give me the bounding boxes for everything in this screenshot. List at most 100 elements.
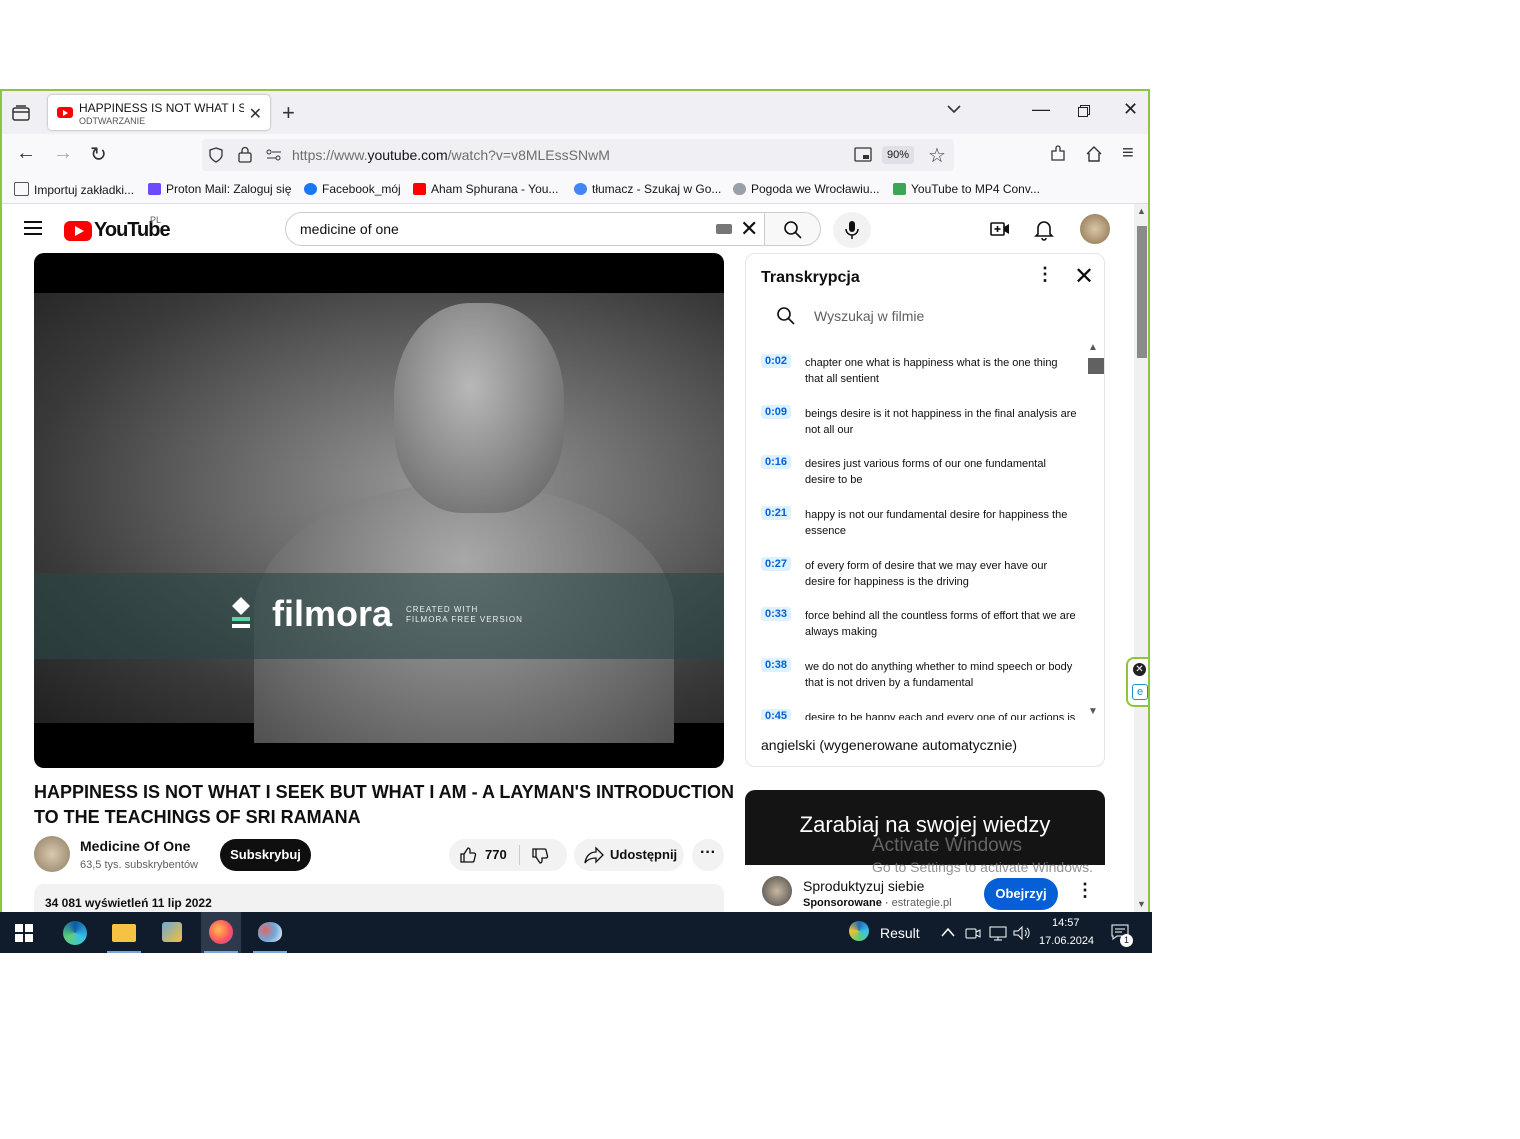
extension-sidebar: ✕ e bbox=[1126, 657, 1148, 707]
transcript-scrollbar-thumb[interactable] bbox=[1088, 358, 1104, 374]
close-extension-icon[interactable]: ✕ bbox=[1133, 663, 1146, 676]
page-scrollbar-thumb[interactable] bbox=[1137, 226, 1147, 358]
subscribe-button[interactable]: Subskrybuj bbox=[220, 839, 311, 871]
url-bar[interactable]: https://www.youtube.com/watch?v=v8MLEssS… bbox=[202, 139, 954, 171]
segment-text: of every form of desire that we may ever… bbox=[805, 560, 1048, 588]
transcript-scroll-up-icon[interactable]: ▲ bbox=[1088, 342, 1098, 353]
bookmark-proton[interactable]: Proton Mail: Zaloguj się bbox=[148, 182, 291, 196]
bookmark-facebook[interactable]: Facebook_mój bbox=[304, 182, 401, 196]
search-icon bbox=[777, 307, 795, 325]
network-app-icon bbox=[162, 922, 182, 942]
zoom-level[interactable]: 90% bbox=[882, 146, 914, 164]
ad-title[interactable]: Sproduktyzuj siebie bbox=[803, 878, 924, 894]
advertiser-avatar[interactable] bbox=[762, 876, 792, 906]
ad-watch-button[interactable]: Obejrzyj bbox=[984, 878, 1058, 910]
taskbar-paint[interactable] bbox=[250, 912, 290, 953]
like-divider bbox=[519, 845, 520, 865]
segment-time: 0:33 bbox=[761, 607, 792, 621]
tab-youtube[interactable]: HAPPINESS IS NOT WHAT I SEEK ODTWARZANIE… bbox=[48, 95, 270, 130]
scroll-up-icon[interactable]: ▲ bbox=[1137, 206, 1146, 216]
bookmark-google[interactable]: tłumacz - Szukaj w Go... bbox=[574, 182, 721, 196]
transcript-segment[interactable]: 0:38 we do not do anything whether to min… bbox=[761, 658, 1086, 704]
scroll-down-icon[interactable]: ▼ bbox=[1137, 899, 1146, 909]
bookmark-import[interactable]: Importuj zakładki... bbox=[14, 182, 134, 197]
page-scrollbar[interactable]: ▲ ▼ bbox=[1134, 204, 1148, 912]
channel-avatar[interactable] bbox=[34, 836, 70, 872]
close-tab-icon[interactable]: ✕ bbox=[249, 104, 262, 124]
transcript-search-input[interactable]: Wyszukaj w filmie bbox=[814, 308, 924, 324]
transcript-segment[interactable]: 0:16 desires just various forms of our on… bbox=[761, 455, 1086, 501]
back-icon[interactable]: ← bbox=[16, 142, 36, 165]
share-button[interactable]: Udostępnij bbox=[574, 839, 684, 871]
url-text[interactable]: https://www.youtube.com/watch?v=v8MLEssS… bbox=[292, 147, 610, 163]
create-video-icon[interactable] bbox=[988, 217, 1012, 241]
notification-badge: 1 bbox=[1120, 934, 1133, 947]
transcript-segment[interactable]: 0:02 chapter one what is happiness what i… bbox=[761, 354, 1086, 400]
description-box[interactable]: 34 081 wyświetleń 11 lip 2022 bbox=[34, 884, 724, 912]
clock-time[interactable]: 14:57 bbox=[1052, 917, 1080, 929]
search-query[interactable]: medicine of one bbox=[300, 221, 399, 237]
clock-date[interactable]: 17.06.2024 bbox=[1039, 935, 1094, 947]
voice-search-button[interactable] bbox=[833, 212, 871, 248]
transcript-segment[interactable]: 0:21 happy is not our fundamental desire … bbox=[761, 506, 1086, 552]
volume-icon[interactable] bbox=[1013, 925, 1031, 941]
close-window-icon[interactable]: ✕ bbox=[1123, 99, 1138, 120]
bookmark-star-icon[interactable]: ☆ bbox=[928, 143, 946, 168]
menu-icon[interactable]: ≡ bbox=[1122, 142, 1134, 165]
restore-icon[interactable] bbox=[1078, 105, 1090, 117]
picture-in-picture-icon[interactable] bbox=[854, 147, 872, 163]
taskbar-network-app[interactable] bbox=[152, 912, 192, 953]
chevron-up-icon[interactable] bbox=[941, 926, 955, 938]
video-player[interactable]: filmora CREATED WITH FILMORA FREE VERSION bbox=[34, 253, 724, 768]
forward-icon[interactable]: → bbox=[53, 142, 73, 165]
tab-list-icon[interactable] bbox=[10, 103, 32, 123]
chevron-down-icon[interactable] bbox=[946, 101, 962, 117]
close-transcript-icon[interactable]: ✕ bbox=[1074, 262, 1094, 291]
dislike-icon[interactable] bbox=[531, 847, 549, 865]
transcript-segment[interactable]: 0:33 force behind all the countless forms… bbox=[761, 607, 1086, 653]
home-icon[interactable] bbox=[1085, 145, 1103, 163]
clear-search-icon[interactable]: ✕ bbox=[740, 216, 758, 242]
new-tab-icon[interactable]: + bbox=[282, 100, 295, 126]
youtube-logo-icon[interactable] bbox=[64, 221, 92, 241]
taskbar-edge[interactable] bbox=[55, 912, 95, 953]
extension-e-icon[interactable]: e bbox=[1132, 684, 1148, 700]
transcript-scroll-down-icon[interactable]: ▼ bbox=[1088, 706, 1098, 717]
notifications-bell-icon[interactable] bbox=[1032, 217, 1056, 241]
taskbar-firefox[interactable] bbox=[201, 912, 241, 953]
guide-menu-icon[interactable] bbox=[24, 221, 42, 239]
euro-cup-icon[interactable] bbox=[849, 921, 869, 941]
minimize-icon[interactable]: — bbox=[1032, 99, 1050, 120]
more-actions-icon[interactable]: ··· bbox=[692, 839, 724, 871]
bookmark-yt-mp4[interactable]: YouTube to MP4 Conv... bbox=[893, 182, 1040, 196]
search-icon bbox=[784, 221, 802, 239]
tab-title: HAPPINESS IS NOT WHAT I SEEK bbox=[79, 101, 244, 115]
result-label[interactable]: Result bbox=[880, 925, 920, 941]
transcript-segment[interactable]: 0:45 desire to be happy each and every on… bbox=[761, 709, 1086, 720]
bookmark-weather[interactable]: Pogoda we Wrocławiu... bbox=[733, 182, 880, 196]
like-icon[interactable] bbox=[459, 846, 477, 864]
lock-icon[interactable] bbox=[238, 146, 252, 163]
windows-start-icon[interactable] bbox=[15, 924, 33, 942]
account-avatar[interactable] bbox=[1080, 214, 1110, 244]
network-icon[interactable] bbox=[989, 925, 1007, 941]
like-count[interactable]: 770 bbox=[485, 847, 507, 862]
taskbar-explorer[interactable] bbox=[104, 912, 144, 953]
shield-icon[interactable] bbox=[208, 147, 224, 163]
camera-icon[interactable] bbox=[965, 925, 981, 941]
activate-windows-title: Activate Windows bbox=[872, 835, 1022, 856]
like-dislike-group: 770 bbox=[449, 839, 567, 871]
extensions-icon[interactable] bbox=[1049, 145, 1067, 163]
transcript-more-icon[interactable]: ⋮ bbox=[1036, 264, 1054, 285]
channel-name[interactable]: Medicine Of One bbox=[80, 838, 190, 854]
transcript-language[interactable]: angielski (wygenerowane automatycznie) bbox=[761, 737, 1017, 753]
bookmark-aham[interactable]: Aham Sphurana - You... bbox=[413, 182, 558, 196]
transcript-segment[interactable]: 0:09 beings desire is it not happiness in… bbox=[761, 405, 1086, 451]
transcript-segment[interactable]: 0:27 of every form of desire that we may … bbox=[761, 557, 1086, 603]
search-button[interactable] bbox=[765, 212, 821, 246]
ad-more-icon[interactable]: ⋮ bbox=[1076, 880, 1094, 901]
keyboard-icon[interactable] bbox=[716, 224, 732, 234]
reload-icon[interactable]: ↻ bbox=[90, 142, 107, 167]
permissions-icon[interactable] bbox=[266, 148, 282, 162]
search-input[interactable]: medicine of one ✕ bbox=[285, 212, 765, 246]
